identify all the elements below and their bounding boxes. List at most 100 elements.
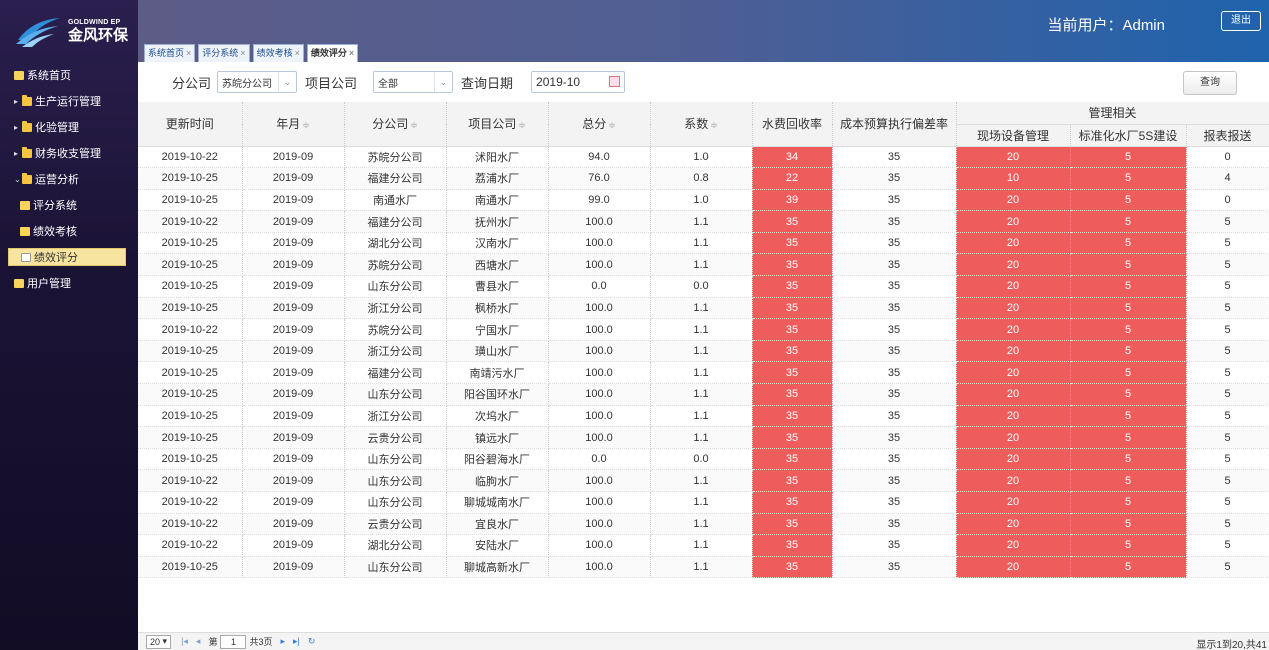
header-label: 现场设备管理 bbox=[976, 128, 1049, 143]
sort-icon[interactable]: ≑ bbox=[410, 120, 418, 130]
sidebar-item-finance[interactable]: ▸ 财务收支管理 bbox=[0, 140, 138, 166]
refresh-icon[interactable]: ↻ bbox=[308, 636, 316, 647]
chevron-down-icon[interactable]: ⌄ bbox=[434, 72, 452, 92]
folder-icon bbox=[22, 120, 32, 132]
table-row[interactable]: 2019-10-25 2019-09 南通水厂 南通水厂 99.0 1.0 39 35 20 5 0 bbox=[138, 189, 1269, 212]
tab-performance-score[interactable]: 绩效评分 × bbox=[306, 44, 359, 62]
cell-standard: 5 bbox=[1070, 275, 1187, 298]
close-icon[interactable]: × bbox=[240, 48, 245, 58]
table-row[interactable]: 2019-10-22 2019-09 福建分公司 抚州水厂 100.0 1.1 35 35 20… bbox=[138, 210, 1269, 233]
table-row[interactable]: 2019-10-25 2019-09 山东分公司 曹县水厂 0.0 0.0 35 35 20 5 5 bbox=[138, 275, 1269, 298]
project-select[interactable]: 全部 ⌄ bbox=[373, 71, 454, 93]
cell-coef: 1.1 bbox=[650, 426, 753, 449]
sidebar-item-scoring-system[interactable]: 评分系统 bbox=[0, 192, 138, 218]
sidebar-item-performance-score[interactable]: 绩效评分 bbox=[8, 248, 126, 266]
table-row[interactable]: 2019-10-25 2019-09 福建分公司 南靖污水厂 100.0 1.1 35 35 2… bbox=[138, 361, 1269, 385]
cell-water-fee: 35 bbox=[752, 426, 833, 449]
sidebar-item-users[interactable]: 用户管理 bbox=[0, 270, 138, 296]
col-coef[interactable]: 系数 ≑ bbox=[650, 102, 753, 147]
cell-month: 2019-09 bbox=[242, 448, 345, 471]
close-icon[interactable]: × bbox=[295, 48, 300, 58]
table-row[interactable]: 2019-10-22 2019-09 山东分公司 临朐水厂 100.0 1.1 35 35 20… bbox=[138, 469, 1269, 492]
table-row[interactable]: 2019-10-22 2019-09 湖北分公司 安陆水厂 100.0 1.1 35 35 20… bbox=[138, 534, 1269, 557]
cell-total: 100.0 bbox=[548, 297, 651, 320]
cell-total: 76.0 bbox=[548, 167, 651, 190]
next-page-icon[interactable]: ▸ bbox=[280, 636, 285, 647]
cell-standard: 5 bbox=[1070, 361, 1187, 385]
date-input[interactable]: 2019-10 bbox=[531, 71, 626, 93]
table-row[interactable]: 2019-10-22 2019-09 苏皖分公司 沭阳水厂 94.0 1.0 34 35 20 5… bbox=[138, 146, 1269, 169]
col-project[interactable]: 项目公司 ≑ bbox=[446, 102, 549, 147]
cell-budget: 35 bbox=[832, 210, 957, 233]
table-row[interactable]: 2019-10-25 2019-09 山东分公司 阳谷国环水厂 100.0 1.1 35 35… bbox=[138, 383, 1269, 406]
branch-select[interactable]: 苏皖分公司 ⌄ bbox=[217, 71, 298, 93]
cell-month: 2019-09 bbox=[242, 189, 345, 212]
tab-home[interactable]: 系统首页 × bbox=[144, 44, 196, 62]
sidebar-item-performance-review[interactable]: 绩效考核 bbox=[0, 218, 138, 244]
cell-update-time: 2019-10-22 bbox=[138, 534, 243, 557]
cell-report: 5 bbox=[1186, 340, 1269, 363]
col-month[interactable]: 年月 ≑ bbox=[242, 102, 345, 147]
table-row[interactable]: 2019-10-25 2019-09 浙江分公司 璜山水厂 100.0 1.1 35 35 20… bbox=[138, 340, 1269, 363]
last-page-icon[interactable]: ▸| bbox=[293, 636, 300, 647]
cell-project: 镇远水厂 bbox=[446, 426, 549, 449]
cell-budget: 35 bbox=[832, 275, 957, 298]
cell-standard: 5 bbox=[1070, 491, 1187, 514]
sidebar-item-analysis[interactable]: ⌄ 运营分析 bbox=[0, 166, 138, 192]
cell-project: 南通水厂 bbox=[446, 189, 549, 212]
close-icon[interactable]: × bbox=[349, 48, 354, 58]
cell-project: 阳谷国环水厂 bbox=[446, 383, 549, 406]
cell-total: 0.0 bbox=[548, 275, 651, 298]
header-label: 标准化水厂5S建设 bbox=[1078, 128, 1178, 143]
col-water-fee[interactable]: 水费回收率 bbox=[752, 102, 833, 147]
col-total[interactable]: 总分 ≑ bbox=[548, 102, 651, 147]
cell-water-fee: 35 bbox=[752, 469, 833, 492]
calendar-icon[interactable] bbox=[609, 76, 621, 87]
table-row[interactable]: 2019-10-22 2019-09 云贵分公司 宜良水厂 100.0 1.1 35 35 20… bbox=[138, 513, 1269, 536]
cell-total: 99.0 bbox=[548, 189, 651, 212]
table-row[interactable]: 2019-10-25 2019-09 浙江分公司 次坞水厂 100.0 1.1 35 35 20… bbox=[138, 405, 1269, 428]
sort-icon[interactable]: ≑ bbox=[710, 120, 718, 130]
sidebar-item-label: 系统首页 bbox=[27, 70, 71, 82]
prev-page-icon[interactable]: ◂ bbox=[196, 636, 201, 647]
cell-branch: 山东分公司 bbox=[344, 491, 447, 514]
sort-icon[interactable]: ≑ bbox=[518, 120, 526, 130]
col-update-time[interactable]: 更新时间 bbox=[138, 102, 243, 147]
table-row[interactable]: 2019-10-25 2019-09 山东分公司 聊城高新水厂 100.0 1.1 35 35… bbox=[138, 556, 1269, 579]
table-row[interactable]: 2019-10-22 2019-09 苏皖分公司 宁国水厂 100.0 1.1 35 35 20… bbox=[138, 318, 1269, 341]
tab-performance-review[interactable]: 绩效考核 × bbox=[252, 44, 304, 62]
sidebar-item-production[interactable]: ▸ 生产运行管理 bbox=[0, 88, 138, 114]
chevron-down-icon[interactable]: ⌄ bbox=[278, 72, 296, 92]
cell-equipment: 20 bbox=[956, 426, 1071, 449]
sidebar-item-lab[interactable]: ▸ 化验管理 bbox=[0, 114, 138, 140]
logout-button[interactable]: 退出 bbox=[1221, 11, 1261, 31]
table-row[interactable]: 2019-10-25 2019-09 浙江分公司 枫桥水厂 100.0 1.1 35 35 20… bbox=[138, 297, 1269, 320]
cell-budget: 35 bbox=[832, 340, 957, 363]
page-size-value: 20 bbox=[150, 636, 161, 647]
tab-scoring-system[interactable]: 评分系统 × bbox=[198, 44, 250, 62]
cell-update-time: 2019-10-25 bbox=[138, 340, 243, 363]
sidebar-item-home[interactable]: 系统首页 bbox=[0, 62, 138, 88]
col-equipment[interactable]: 现场设备管理 bbox=[956, 124, 1071, 147]
col-report[interactable]: 报表报送 bbox=[1186, 124, 1269, 147]
cell-total: 0.0 bbox=[548, 448, 651, 471]
header-label: 成本预算执行偏差率 bbox=[839, 117, 948, 132]
page-size-select[interactable]: 20 ▾ bbox=[146, 634, 172, 649]
first-page-icon[interactable]: |◂ bbox=[181, 636, 188, 647]
col-budget[interactable]: 成本预算执行偏差率 bbox=[832, 102, 957, 147]
table-row[interactable]: 2019-10-25 2019-09 苏皖分公司 西塘水厂 100.0 1.1 35 35 20… bbox=[138, 253, 1269, 277]
sort-icon[interactable]: ≑ bbox=[608, 120, 616, 130]
col-branch[interactable]: 分公司 ≑ bbox=[344, 102, 447, 147]
cell-branch: 福建分公司 bbox=[344, 167, 447, 190]
table-row[interactable]: 2019-10-22 2019-09 山东分公司 聊城城南水厂 100.0 1.1 35 35… bbox=[138, 491, 1269, 514]
col-standard[interactable]: 标准化水厂5S建设 bbox=[1070, 124, 1187, 147]
table-row[interactable]: 2019-10-25 2019-09 云贵分公司 镇远水厂 100.0 1.1 35 35 20… bbox=[138, 426, 1269, 449]
table-row[interactable]: 2019-10-25 2019-09 湖北分公司 汉南水厂 100.0 1.1 35 35 20… bbox=[138, 232, 1269, 255]
sort-icon[interactable]: ≑ bbox=[302, 120, 310, 130]
page-number-input[interactable]: 1 bbox=[220, 634, 247, 649]
table-row[interactable]: 2019-10-25 2019-09 福建分公司 荔浦水厂 76.0 0.8 22 35 10 5… bbox=[138, 167, 1269, 190]
query-button[interactable]: 查询 bbox=[1183, 71, 1237, 95]
table-row[interactable]: 2019-10-25 2019-09 山东分公司 阳谷碧海水厂 0.0 0.0 35 35 20… bbox=[138, 448, 1269, 471]
close-icon[interactable]: × bbox=[186, 48, 191, 58]
cell-standard: 5 bbox=[1070, 469, 1187, 492]
